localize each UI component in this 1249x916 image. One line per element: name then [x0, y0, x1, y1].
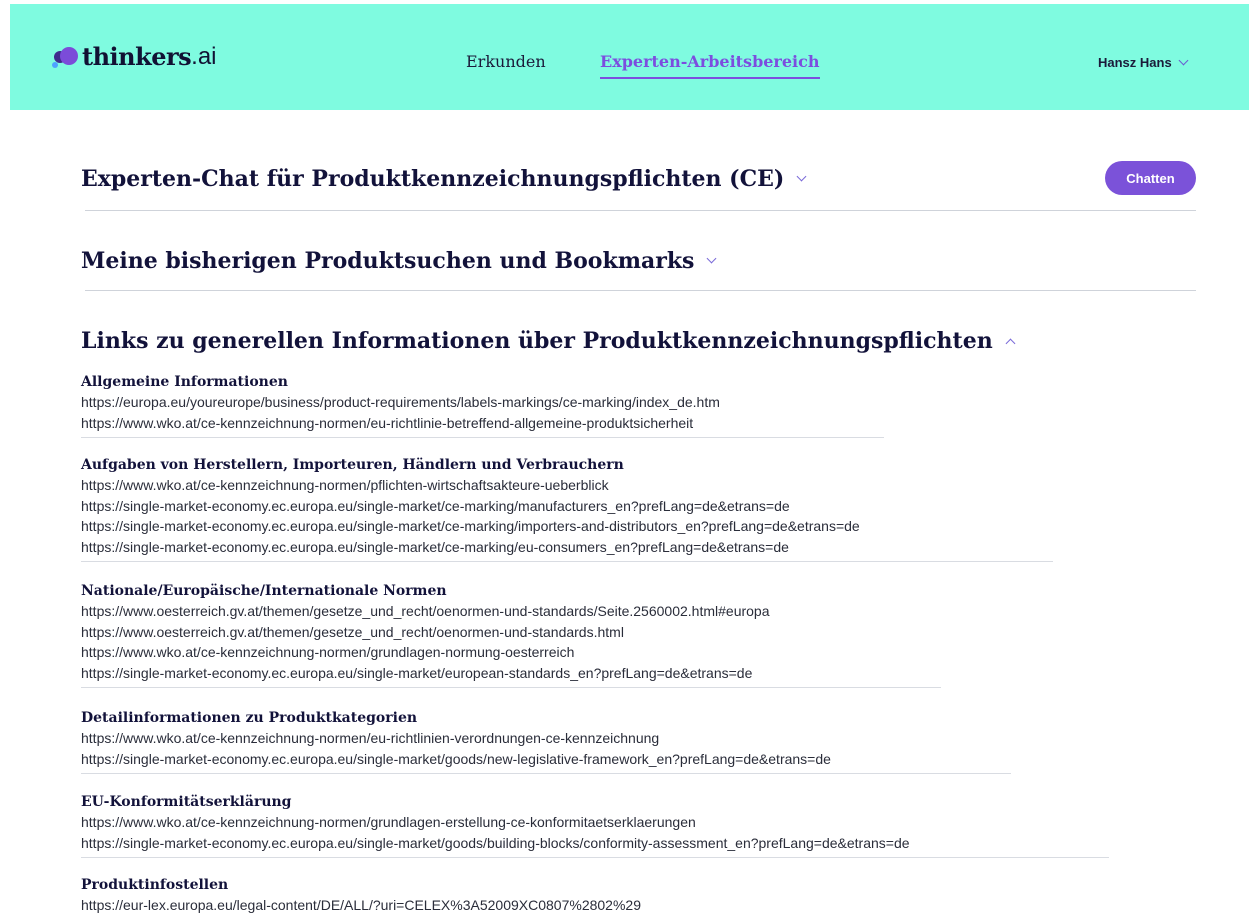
section-expert-chat[interactable]: Experten-Chat für Produktkennzeichnungsp… [81, 166, 807, 192]
group-title: Allgemeine Informationen [81, 374, 288, 390]
logo-text: thinkers [82, 42, 192, 71]
chevron-down-icon [1178, 55, 1189, 66]
link-item[interactable]: https://www.wko.at/ce-kennzeichnung-norm… [81, 475, 1053, 496]
link-item[interactable]: https://www.oesterreich.gv.at/themen/ges… [81, 622, 941, 643]
link-group-declaration: EU-Konformitätserklärung https://www.wko… [81, 792, 1109, 858]
link-group-duties: Aufgaben von Herstellern, Importeuren, H… [81, 455, 1053, 562]
group-title: Nationale/Europäische/Internationale Nor… [81, 583, 447, 599]
link-item[interactable]: https://www.wko.at/ce-kennzeichnung-norm… [81, 642, 941, 663]
group-divider [81, 561, 1053, 562]
link-item[interactable]: https://single-market-economy.ec.europa.… [81, 663, 941, 684]
nav-expert-workspace[interactable]: Experten-Arbeitsbereich [600, 52, 820, 79]
link-item[interactable]: https://single-market-economy.ec.europa.… [81, 516, 1053, 537]
group-title: Aufgaben von Herstellern, Importeuren, H… [81, 457, 624, 473]
group-divider [81, 857, 1109, 858]
link-item[interactable]: https://www.wko.at/ce-kennzeichnung-norm… [81, 812, 1109, 833]
link-item[interactable]: https://www.oesterreich.gv.at/themen/ges… [81, 601, 941, 622]
group-title: Detailinformationen zu Produktkategorien [81, 710, 418, 726]
thinkers-logo[interactable]: thinkers .ai [52, 42, 217, 71]
user-name: Hansz Hans [1098, 55, 1172, 70]
user-menu[interactable]: Hansz Hans [1098, 55, 1189, 70]
group-divider [81, 687, 941, 688]
link-item[interactable]: https://eur-lex.europa.eu/legal-content/… [81, 895, 781, 916]
link-group-product-categories: Detailinformationen zu Produktkategorien… [81, 708, 1011, 774]
section-title-expert-chat: Experten-Chat für Produktkennzeichnungsp… [81, 166, 785, 192]
nav-explore[interactable]: Erkunden [466, 52, 546, 71]
chevron-down-icon [707, 253, 717, 263]
group-divider [81, 773, 1011, 774]
link-group-info-points: Produktinfostellen https://eur-lex.europ… [81, 875, 781, 916]
chat-button[interactable]: Chatten [1105, 161, 1196, 195]
section-searches-bookmarks[interactable]: Meine bisherigen Produktsuchen und Bookm… [81, 248, 717, 274]
link-group-standards: Nationale/Europäische/Internationale Nor… [81, 581, 941, 688]
logo-suffix: .ai [191, 42, 217, 70]
chevron-down-icon [796, 171, 807, 181]
link-item[interactable]: https://single-market-economy.ec.europa.… [81, 833, 1109, 854]
group-title: Produktinfostellen [81, 877, 229, 893]
link-item[interactable]: https://single-market-economy.ec.europa.… [81, 496, 1053, 517]
group-divider [81, 437, 884, 438]
divider [85, 290, 1196, 291]
section-general-links[interactable]: Links zu generellen Informationen über P… [81, 328, 1016, 354]
divider [85, 210, 1196, 211]
link-item[interactable]: https://www.wko.at/ce-kennzeichnung-norm… [81, 413, 884, 434]
chevron-up-icon [1005, 338, 1016, 348]
link-item[interactable]: https://single-market-economy.ec.europa.… [81, 749, 1011, 770]
logo-mark-icon [52, 45, 80, 69]
group-title: EU-Konformitätserklärung [81, 794, 292, 810]
link-item[interactable]: https://europa.eu/youreurope/business/pr… [81, 392, 884, 413]
top-header: thinkers .ai Erkunden Experten-Arbeitsber… [10, 4, 1249, 110]
section-title-searches: Meine bisherigen Produktsuchen und Bookm… [81, 248, 695, 274]
link-item[interactable]: https://single-market-economy.ec.europa.… [81, 537, 1053, 558]
link-item[interactable]: https://www.wko.at/ce-kennzeichnung-norm… [81, 728, 1011, 749]
section-title-links: Links zu generellen Informationen über P… [81, 328, 993, 354]
link-group-general: Allgemeine Informationen https://europa.… [81, 372, 884, 438]
